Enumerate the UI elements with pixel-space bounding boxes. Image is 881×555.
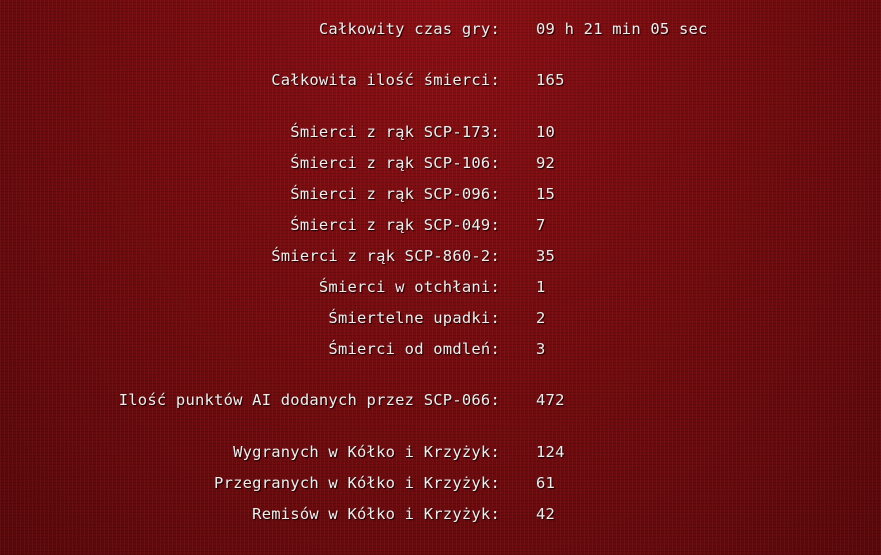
stat-row-deaths-106: Śmierci z rąk SCP-106: 92 [0,151,881,175]
stat-row-ttt-losses: Przegranych w Kółko i Krzyżyk: 61 [0,471,881,495]
stat-label: Śmiertelne upadki: [328,309,500,327]
stat-value: 2 [536,309,546,327]
stat-value: 472 [536,391,565,409]
stat-value: 3 [536,340,546,358]
stat-label: Śmierci z rąk SCP-106: [290,154,500,172]
stat-row-deaths-860: Śmierci z rąk SCP-860-2: 35 [0,244,881,268]
stat-row-total-deaths: Całkowita ilość śmierci: 165 [0,68,881,92]
stat-row-ttt-wins: Wygranych w Kółko i Krzyżyk: 124 [0,440,881,464]
stat-row-deaths-faint: Śmierci od omdleń: 3 [0,337,881,361]
stat-value: 15 [536,185,556,203]
stat-value: 09 h 21 min 05 sec [536,20,708,38]
stat-value: 165 [536,71,565,89]
stat-value: 42 [536,505,556,523]
stat-row-total-time: Całkowity czas gry: 09 h 21 min 05 sec [0,17,881,41]
stat-value: 1 [536,278,546,296]
stat-label: Całkowita ilość śmierci: [271,71,500,89]
stat-value: 61 [536,474,556,492]
stat-row-deaths-abyss: Śmierci w otchłani: 1 [0,275,881,299]
stat-label: Śmierci od omdleń: [328,340,500,358]
stat-label: Wygranych w Kółko i Krzyżyk: [233,443,500,461]
stat-row-ai-points-066: Ilość punktów AI dodanych przez SCP-066:… [0,388,881,412]
stat-value: 35 [536,247,556,265]
stat-label: Śmierci w otchłani: [318,278,500,296]
stat-label: Śmierci z rąk SCP-860-2: [271,247,500,265]
stat-row-deaths-173: Śmierci z rąk SCP-173: 10 [0,120,881,144]
stat-row-deaths-096: Śmierci z rąk SCP-096: 15 [0,182,881,206]
stat-label: Śmierci z rąk SCP-173: [290,123,500,141]
stat-label: Śmierci z rąk SCP-049: [290,216,500,234]
stat-value: 10 [536,123,556,141]
stat-value: 92 [536,154,556,172]
stat-value: 124 [536,443,565,461]
stat-value: 7 [536,216,546,234]
stat-label: Całkowity czas gry: [318,20,500,38]
stats-screen: { "stats": { "total_time": { "label": "C… [0,0,881,555]
stat-row-deaths-falls: Śmiertelne upadki: 2 [0,306,881,330]
stat-label: Remisów w Kółko i Krzyżyk: [252,505,500,523]
stat-label: Śmierci z rąk SCP-096: [290,185,500,203]
stat-label: Przegranych w Kółko i Krzyżyk: [214,474,500,492]
stat-row-ttt-draws: Remisów w Kółko i Krzyżyk: 42 [0,502,881,526]
stat-row-deaths-049: Śmierci z rąk SCP-049: 7 [0,213,881,237]
stat-label: Ilość punktów AI dodanych przez SCP-066: [118,391,500,409]
